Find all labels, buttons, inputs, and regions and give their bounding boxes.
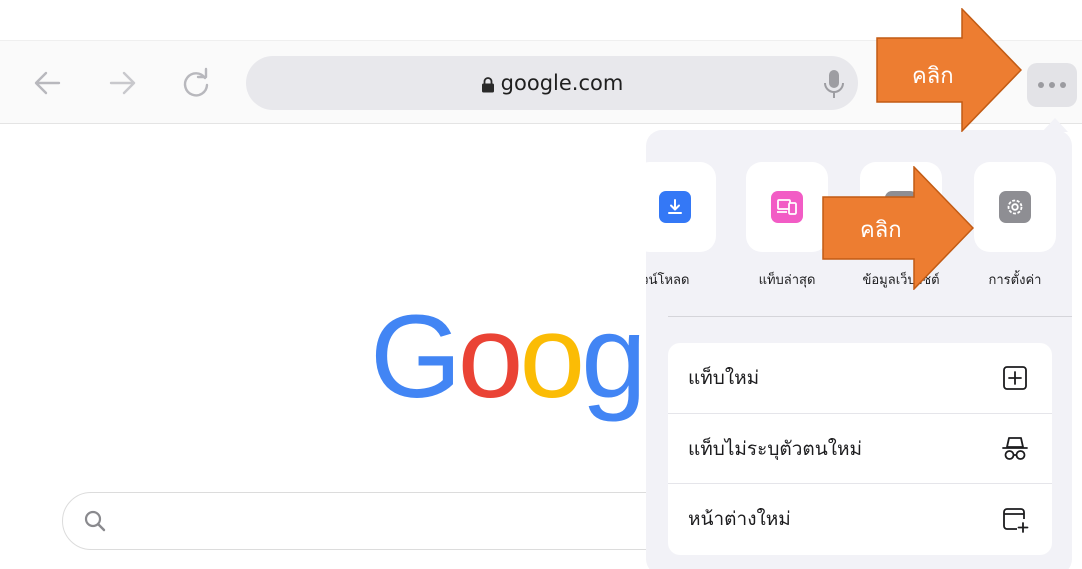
browser-screen: google.com Goog น์โหลด แท็บล่าสุด ข้อมูล… [0, 0, 1082, 569]
tray-tile [974, 162, 1056, 252]
menu-list: แท็บใหม่ แท็บไม่ระบุตัวตนใหม่ หน้าต่างให… [668, 343, 1052, 555]
annotation-label: คลิก [912, 64, 954, 89]
tray-label: การตั้งค่า [988, 273, 1042, 288]
reload-icon [183, 67, 209, 97]
tray-tile [646, 162, 716, 252]
forward-arrow-icon [109, 71, 136, 95]
more-dots-icon [1060, 82, 1066, 88]
tray-item-downloads[interactable]: าวน์โหลด [646, 162, 716, 290]
menu-item-new-incognito-tab[interactable]: แท็บไม่ระบุตัวตนใหม่ [668, 413, 1052, 483]
tray-item-recent-tabs[interactable]: แท็บล่าสุด [746, 162, 828, 290]
new-tab-icon [1003, 366, 1027, 390]
google-search-input[interactable] [62, 492, 702, 550]
more-options-button[interactable] [1027, 63, 1077, 107]
lock-icon [481, 76, 494, 92]
new-window-icon [1003, 507, 1029, 533]
logo-letter: o [519, 291, 585, 423]
logo-letter: g [581, 291, 647, 423]
url-display: google.com [246, 56, 858, 110]
search-icon [84, 510, 106, 532]
microphone-icon[interactable] [823, 69, 845, 99]
gear-icon [999, 191, 1031, 223]
incognito-icon [1002, 436, 1028, 460]
more-dots-icon [1038, 82, 1044, 88]
click-annotation-arrow: คลิก [822, 166, 974, 290]
url-text: google.com [500, 71, 624, 95]
more-dots-icon [1049, 82, 1055, 88]
back-button[interactable] [28, 63, 68, 103]
tray-item-settings[interactable]: การตั้งค่า [974, 162, 1056, 290]
menu-item-new-tab[interactable]: แท็บใหม่ [668, 343, 1052, 413]
tray-tile [746, 162, 828, 252]
menu-item-label: แท็บใหม่ [688, 367, 760, 389]
click-annotation-arrow: คลิก [876, 8, 1022, 132]
download-icon [659, 191, 691, 223]
forward-button[interactable] [102, 63, 142, 103]
tray-label: าวน์โหลด [646, 273, 690, 288]
menu-item-label: แท็บไม่ระบุตัวตนใหม่ [688, 437, 863, 460]
menu-item-new-window[interactable]: หน้าต่างใหม่ [668, 483, 1052, 553]
logo-letter: o [457, 291, 524, 423]
back-arrow-icon [34, 71, 61, 95]
logo-letter: G [370, 291, 462, 423]
recent-tabs-icon [771, 191, 803, 223]
google-logo: Goog [370, 298, 647, 416]
menu-divider [668, 316, 1072, 317]
reload-button[interactable] [176, 63, 216, 103]
menu-item-label: หน้าต่างใหม่ [688, 507, 791, 530]
address-bar[interactable]: google.com [246, 56, 858, 110]
annotation-label: คลิก [860, 218, 902, 243]
